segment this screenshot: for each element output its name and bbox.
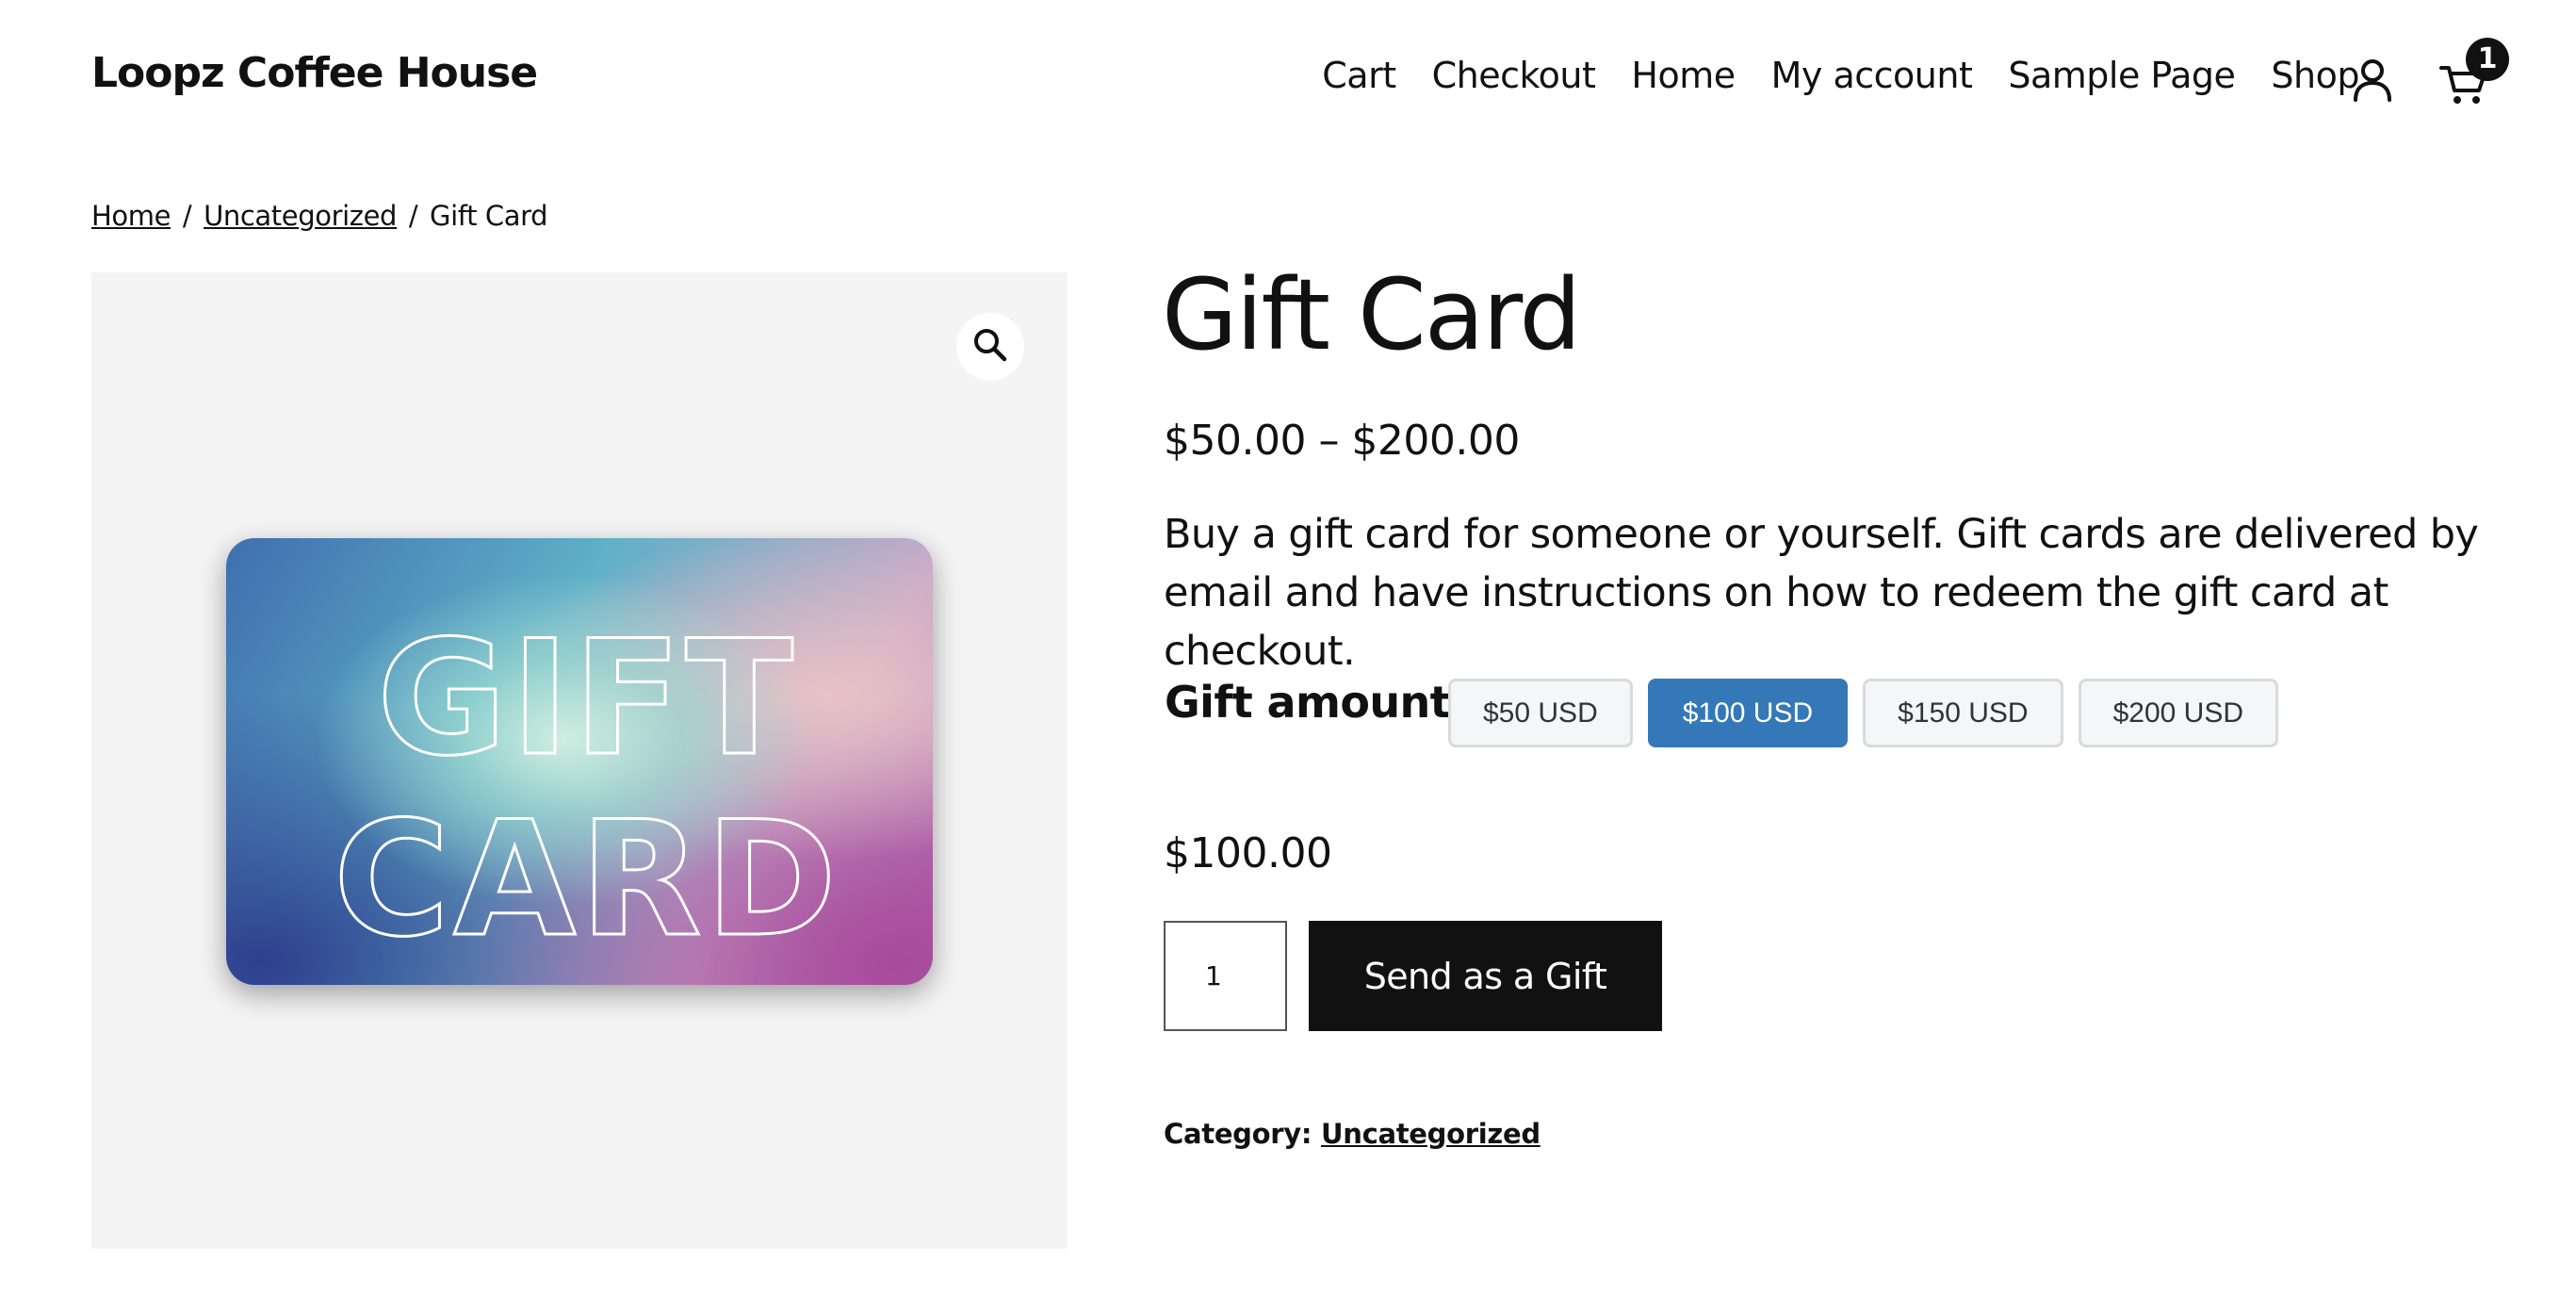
breadcrumb-separator: / xyxy=(182,200,192,232)
selected-price: $100.00 xyxy=(1164,829,1332,877)
category-link[interactable]: Uncategorized xyxy=(1321,1118,1541,1150)
gift-amount-label: Gift amount xyxy=(1165,677,1451,728)
site-title[interactable]: Loopz Coffee House xyxy=(91,49,538,97)
amount-option-50[interactable]: $50 USD xyxy=(1448,679,1633,747)
nav-item-checkout[interactable]: Checkout xyxy=(1432,55,1596,96)
user-icon[interactable] xyxy=(2350,57,2395,106)
nav-item-my-account[interactable]: My account xyxy=(1771,55,1973,96)
cart-count-badge: 1 xyxy=(2466,38,2509,81)
amount-option-150[interactable]: $150 USD xyxy=(1863,679,2063,747)
site-header: Loopz Coffee House Cart Checkout Home My… xyxy=(0,0,2576,160)
gift-card-image-line-1: GIFT xyxy=(377,606,797,791)
gift-card-image[interactable]: GIFT CARD xyxy=(226,538,933,985)
product-meta: Category: Uncategorized xyxy=(1164,1118,1541,1150)
send-as-gift-button[interactable]: Send as a Gift xyxy=(1309,921,1662,1031)
nav-item-home[interactable]: Home xyxy=(1631,55,1736,96)
magnifier-icon xyxy=(972,327,1008,367)
nav-item-sample-page[interactable]: Sample Page xyxy=(2008,55,2236,96)
main-nav: Cart Checkout Home My account Sample Pag… xyxy=(1322,55,2359,96)
quantity-input[interactable] xyxy=(1164,921,1287,1031)
amount-option-100[interactable]: $100 USD xyxy=(1647,679,1849,747)
nav-item-shop[interactable]: Shop xyxy=(2271,55,2359,96)
gift-card-image-line-2: CARD xyxy=(334,787,840,972)
amount-option-200[interactable]: $200 USD xyxy=(2078,679,2278,747)
nav-item-cart[interactable]: Cart xyxy=(1322,55,1396,96)
price-range: $50.00 – $200.00 xyxy=(1164,417,1520,465)
product-description: Buy a gift card for someone or yourself.… xyxy=(1164,511,2479,675)
product-gallery: GIFT CARD xyxy=(91,272,1068,1249)
category-label: Category: xyxy=(1164,1118,1312,1150)
breadcrumb-home[interactable]: Home xyxy=(91,200,171,232)
breadcrumb: Home / Uncategorized / Gift Card xyxy=(91,200,548,232)
zoom-button[interactable] xyxy=(956,313,1024,381)
breadcrumb-current: Gift Card xyxy=(430,200,548,232)
breadcrumb-uncategorized[interactable]: Uncategorized xyxy=(204,200,397,232)
breadcrumb-separator: / xyxy=(408,200,418,232)
product-title: Gift Card xyxy=(1162,257,1581,372)
gift-amount-options: $50 USD $100 USD $150 USD $200 USD xyxy=(1448,679,2278,747)
